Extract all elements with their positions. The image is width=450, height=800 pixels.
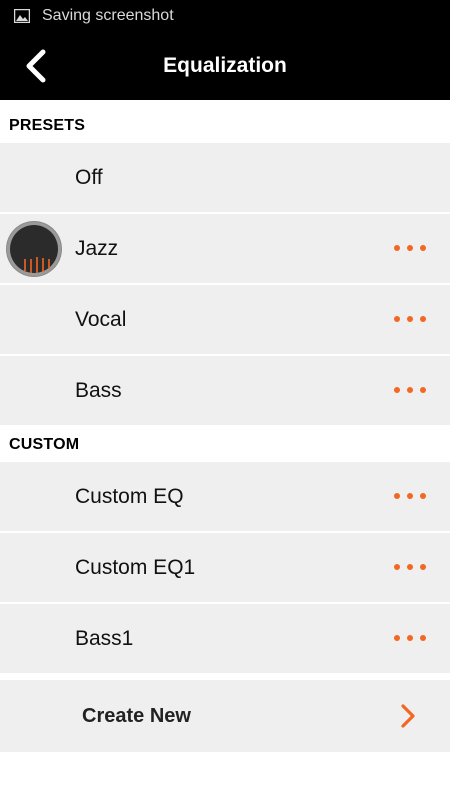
more-dot-icon	[394, 316, 400, 322]
custom-label: Custom EQ1	[75, 555, 196, 579]
page-title: Equalization	[163, 54, 287, 77]
more-dot-icon	[394, 493, 400, 499]
more-dot-icon	[407, 245, 413, 251]
custom-section-header: CUSTOM	[0, 425, 450, 465]
more-dot-icon	[394, 635, 400, 641]
more-dot-icon	[407, 387, 413, 393]
more-dot-icon	[420, 493, 426, 499]
custom-header-label: CUSTOM	[9, 436, 80, 453]
more-dot-icon	[394, 387, 400, 393]
custom-item-bass1[interactable]: Bass1	[0, 604, 450, 673]
custom-label: Bass1	[75, 626, 134, 650]
more-dot-icon	[420, 245, 426, 251]
chevron-right-icon	[401, 704, 415, 728]
more-dot-icon	[407, 564, 413, 570]
more-dot-icon	[407, 493, 413, 499]
create-new-button[interactable]: Create New	[0, 680, 450, 752]
more-options-button[interactable]	[394, 378, 426, 402]
app-bar: Equalization	[0, 32, 450, 100]
more-options-button[interactable]	[394, 626, 426, 650]
preset-label: Vocal	[75, 307, 127, 331]
selected-eq-indicator-icon	[6, 221, 62, 277]
image-icon	[13, 8, 31, 24]
more-dot-icon	[420, 316, 426, 322]
custom-item-custom-eq[interactable]: Custom EQ	[0, 462, 450, 531]
more-options-button[interactable]	[394, 236, 426, 260]
more-dot-icon	[420, 387, 426, 393]
more-options-button[interactable]	[394, 484, 426, 508]
preset-label: Bass	[75, 378, 122, 402]
more-options-button[interactable]	[394, 555, 426, 579]
presets-header-label: PRESETS	[9, 117, 86, 134]
preset-item-vocal[interactable]: Vocal	[0, 285, 450, 354]
create-new-label: Create New	[82, 704, 191, 727]
preset-item-bass[interactable]: Bass	[0, 356, 450, 425]
more-dot-icon	[407, 635, 413, 641]
more-dot-icon	[420, 635, 426, 641]
preset-label: Jazz	[75, 236, 119, 260]
custom-label: Custom EQ	[75, 484, 184, 508]
more-dot-icon	[420, 564, 426, 570]
custom-item-custom-eq1[interactable]: Custom EQ1	[0, 533, 450, 602]
chevron-left-icon	[26, 49, 46, 83]
back-button[interactable]	[14, 44, 58, 88]
more-dot-icon	[407, 316, 413, 322]
status-bar: Saving screenshot	[0, 0, 450, 32]
preset-item-jazz[interactable]: Jazz	[0, 214, 450, 283]
more-options-button[interactable]	[394, 307, 426, 331]
more-dot-icon	[394, 564, 400, 570]
status-text: Saving screenshot	[42, 7, 174, 24]
presets-section-header: PRESETS	[0, 106, 450, 146]
preset-label: Off	[75, 165, 103, 189]
preset-item-off[interactable]: Off	[0, 143, 450, 212]
more-dot-icon	[394, 245, 400, 251]
